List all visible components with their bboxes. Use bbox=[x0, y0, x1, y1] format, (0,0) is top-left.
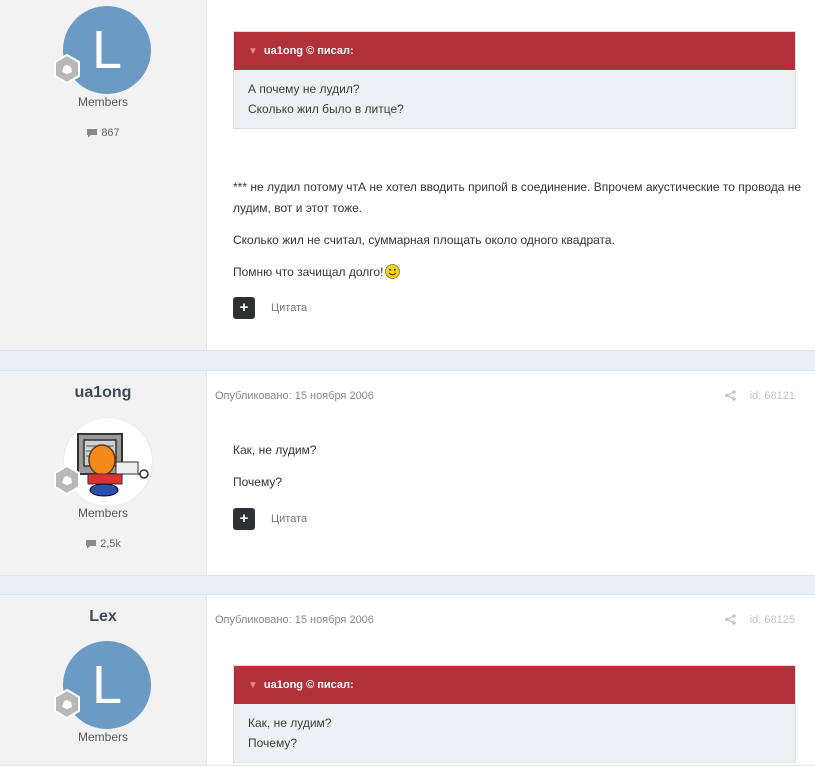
post: L Members 867 ▼ ua1ong © писал: А почему … bbox=[0, 0, 815, 351]
rank-badge-icon bbox=[54, 689, 80, 719]
quote-block: ▼ ua1ong © писал: Как, не лудим? Почему? bbox=[233, 665, 796, 763]
quote-block: ▼ ua1ong © писал: А почему не лудил? Скол… bbox=[233, 31, 796, 129]
member-group: Members bbox=[77, 95, 128, 109]
post-meta-right: id: 68125 bbox=[724, 614, 795, 626]
post-paragraph: Сколько жил не считал, суммарная площать… bbox=[233, 233, 615, 247]
post: Lex L Members Опубликовано: 15 ноября 20… bbox=[0, 594, 815, 766]
quote-button[interactable]: Цитата bbox=[271, 513, 307, 525]
post-count-value: 867 bbox=[101, 127, 120, 139]
quote-body: Как, не лудим? Почему? bbox=[234, 704, 795, 762]
post-paragraph-text: Помню что зачищал долго! bbox=[233, 265, 384, 279]
rank-badge-icon bbox=[54, 54, 80, 84]
quote-line: Сколько жил было в литце? bbox=[248, 102, 404, 116]
post-count-value: 2,5k bbox=[100, 538, 121, 550]
post-paragraph: Почему? bbox=[233, 475, 283, 489]
comment-icon bbox=[87, 129, 98, 138]
multiquote-add-button[interactable]: + bbox=[233, 508, 255, 530]
author-panel: L Members 867 bbox=[0, 0, 207, 350]
author-name[interactable]: ua1ong bbox=[0, 384, 206, 402]
post-paragraph-with-smiley: Помню что зачищал долго! bbox=[233, 262, 803, 283]
quote-header[interactable]: ▼ ua1ong © писал: bbox=[234, 32, 795, 70]
post-id[interactable]: id: 68125 bbox=[750, 614, 795, 626]
post-paragraph: *** не лудил потому чтА не хотел вводить… bbox=[233, 180, 802, 215]
author-panel: ua1ong Members 2,5k bbox=[0, 371, 207, 575]
smiley-icon bbox=[385, 264, 401, 279]
chevron-down-icon: ▼ bbox=[248, 46, 258, 57]
quote-author: ua1ong © писал: bbox=[263, 679, 354, 691]
post: ua1ong Members 2,5k Опубликовано: 15 ноя… bbox=[0, 370, 815, 576]
chevron-down-icon: ▼ bbox=[248, 680, 258, 691]
post-count: 867 bbox=[0, 127, 206, 139]
quote-author: ua1ong © писал: bbox=[263, 45, 354, 57]
comment-icon bbox=[86, 540, 97, 549]
post-date[interactable]: Опубликовано: 15 ноября 2006 bbox=[215, 390, 374, 402]
member-group: Members bbox=[77, 730, 128, 744]
rank-badge-icon bbox=[54, 465, 80, 495]
post-date[interactable]: Опубликовано: 15 ноября 2006 bbox=[215, 614, 374, 626]
author-name[interactable]: Lex bbox=[0, 608, 206, 626]
multiquote-add-button[interactable]: + bbox=[233, 297, 255, 319]
post-paragraph: Как, не лудим? bbox=[233, 443, 317, 457]
post-id[interactable]: id: 68121 bbox=[750, 390, 795, 402]
quote-body: А почему не лудил? Сколько жил было в ли… bbox=[234, 70, 795, 128]
post-meta-right: id: 68121 bbox=[724, 390, 795, 402]
quote-line: Почему? bbox=[248, 736, 298, 750]
quote-line: А почему не лудил? bbox=[248, 82, 360, 96]
quote-button[interactable]: Цитата bbox=[271, 302, 307, 314]
share-icon[interactable] bbox=[724, 614, 736, 625]
share-icon[interactable] bbox=[724, 390, 736, 401]
author-panel: Lex L Members bbox=[0, 595, 207, 765]
quote-header[interactable]: ▼ ua1ong © писал: bbox=[234, 666, 795, 704]
quote-line: Как, не лудим? bbox=[248, 716, 332, 730]
post-count: 2,5k bbox=[0, 538, 206, 550]
member-group: Members bbox=[77, 506, 128, 520]
